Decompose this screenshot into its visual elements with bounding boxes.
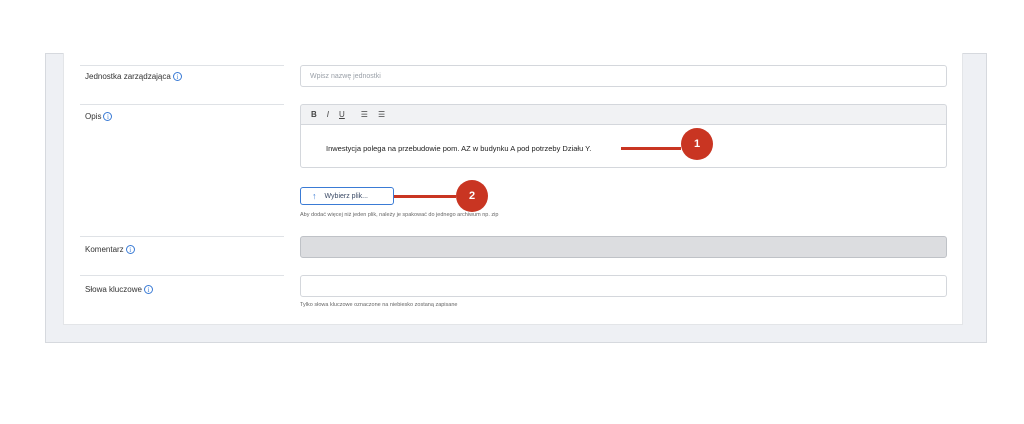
underline-button[interactable]: U: [339, 110, 345, 119]
editor-toolbar: B I U ☰ ☰: [300, 104, 947, 124]
field-label-opis: Opis i: [85, 112, 113, 121]
italic-button[interactable]: I: [327, 110, 329, 119]
bullet-list-button[interactable]: ☰: [378, 110, 385, 119]
label-text: Jednostka zarządzająca: [85, 72, 171, 81]
row-divider: [80, 104, 284, 105]
info-icon[interactable]: i: [143, 285, 153, 294]
label-text: Komentarz: [85, 245, 124, 254]
ordered-list-button[interactable]: ☰: [361, 110, 368, 119]
upload-hint: Aby dodać więcej niż jeden plik, należy …: [300, 212, 499, 218]
annotation-marker-2: 2: [456, 180, 488, 212]
field-label-jednostka: Jednostka zarządzająca i: [85, 72, 182, 81]
info-icon[interactable]: i: [172, 72, 182, 81]
slowa-kluczowe-input[interactable]: [300, 275, 947, 297]
annotation-connector-1: [621, 147, 681, 150]
jednostka-input[interactable]: Wpisz nazwę jednostki: [300, 65, 947, 87]
upload-arrow-icon: ↑: [312, 191, 317, 201]
bold-button[interactable]: B: [311, 110, 317, 119]
opis-editor[interactable]: Inwestycja polega na przebudowie pom. AZ…: [300, 124, 947, 168]
info-icon[interactable]: i: [125, 245, 135, 254]
annotation-connector-2: [394, 195, 456, 198]
label-text: Słowa kluczowe: [85, 285, 142, 294]
row-divider: [80, 236, 284, 237]
jednostka-placeholder: Wpisz nazwę jednostki: [310, 73, 381, 80]
choose-file-label: Wybierz plik...: [324, 192, 369, 200]
row-divider: [80, 65, 284, 66]
annotation-marker-1: 1: [681, 128, 713, 160]
slowa-hint: Tylko słowa kluczowe oznaczone na niebie…: [300, 302, 458, 308]
choose-file-button[interactable]: ↑ Wybierz plik...: [300, 187, 394, 205]
field-label-komentarz: Komentarz i: [85, 245, 135, 254]
label-text: Opis: [85, 112, 102, 121]
info-icon[interactable]: i: [103, 112, 113, 121]
row-divider: [80, 275, 284, 276]
field-label-slowa: Słowa kluczowe i: [85, 285, 153, 294]
opis-text: Inwestycja polega na przebudowie pom. AZ…: [326, 144, 592, 153]
komentarz-input[interactable]: [300, 236, 947, 258]
